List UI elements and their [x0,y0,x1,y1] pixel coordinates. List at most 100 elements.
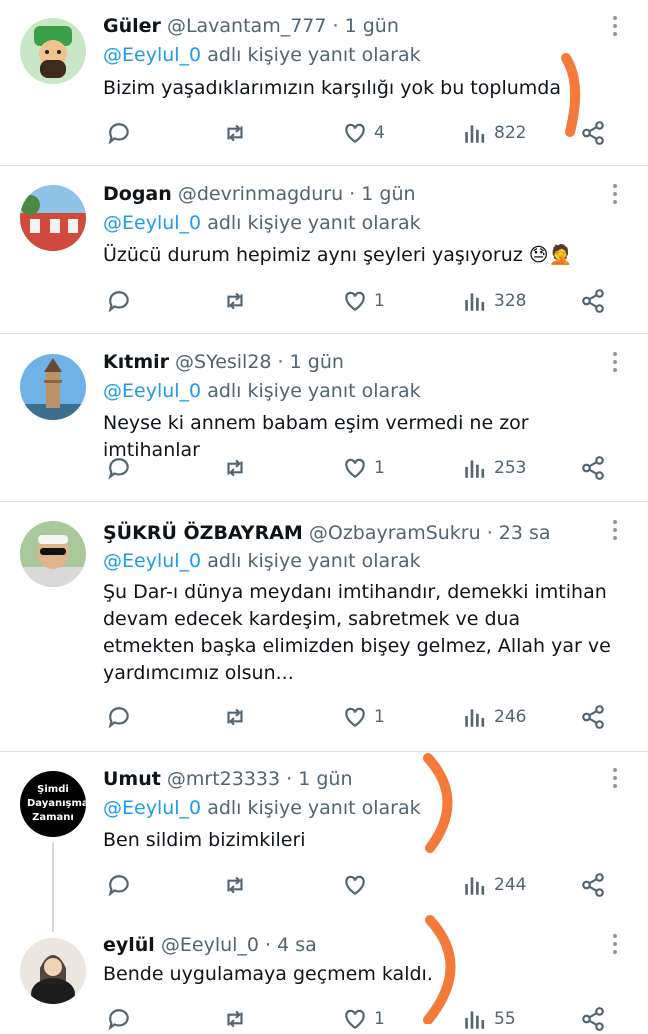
share-button[interactable] [580,286,606,316]
like-count: 1 [374,1009,385,1029]
avatar[interactable] [20,521,86,587]
reply-icon [108,707,129,729]
view-count: 244 [494,875,527,895]
reply-button[interactable] [106,702,132,732]
mention-link[interactable]: @Eeylul_0 [103,44,201,66]
view-count: 55 [494,1009,516,1029]
like-button[interactable]: 1 [342,286,385,316]
tweet[interactable]: eylül @Eeylul_0 · 4 sa Bende uygulamaya … [0,924,648,1031]
mention-link[interactable]: @Eeylul_0 [103,550,201,572]
author-name[interactable]: Kıtmir [103,351,169,373]
mention-link[interactable]: @Eeylul_0 [103,797,201,819]
author-handle[interactable]: @Lavantam_777 [167,15,327,37]
like-button[interactable] [342,870,374,900]
views-button[interactable]: 55 [462,1004,516,1034]
views-button[interactable]: 246 [462,702,526,732]
author-handle[interactable]: @Eeylul_0 [161,934,259,956]
author-name[interactable]: Güler [103,15,161,37]
tweet-text: Bizim yaşadıklarımızın karşılığı yok bu … [103,77,561,99]
reply-button[interactable] [106,870,132,900]
mention-link[interactable]: @Eeylul_0 [103,380,201,402]
author-handle[interactable]: @OzbayramSukru [309,522,481,544]
like-button[interactable]: 1 [342,1004,385,1034]
author-handle[interactable]: @devrinmagduru [178,183,343,205]
mention-link[interactable]: @Eeylul_0 [103,212,201,234]
avatar[interactable] [20,938,86,1004]
tweet[interactable]: Kıtmir @SYesil28 · 1 gün @Eeylul_0 adlı … [0,334,648,502]
view-count: 253 [494,458,527,478]
avatar[interactable]: Şimdi Dayanışma Zamanı [20,771,86,837]
more-options-icon[interactable] [606,352,624,376]
retweet-icon [227,1010,243,1028]
author-name[interactable]: Umut [103,768,161,790]
analytics-icon [465,709,485,727]
views-button[interactable]: 822 [462,118,526,148]
heart-icon [345,707,365,727]
analytics-icon [465,293,485,311]
like-button[interactable]: 4 [342,118,385,148]
separator-dot: · [259,934,278,956]
views-button[interactable]: 253 [462,453,526,483]
like-count: 1 [374,291,385,311]
more-options-icon[interactable] [606,520,624,544]
like-count: 4 [374,123,385,143]
tweet[interactable]: ŞÜKRÜ ÖZBAYRAM @OzbayramSukru · 23 sa @E… [0,502,648,752]
author-name[interactable]: Dogan [103,183,172,205]
retweet-button[interactable] [222,702,248,732]
view-count: 328 [494,291,527,311]
timestamp[interactable]: 1 gün [290,351,344,373]
tweet[interactable]: Şimdi Dayanışma Zamanı Umut @mrt23333 · … [0,752,648,932]
view-count: 246 [494,707,527,727]
analytics-icon [465,125,485,143]
reply-icon [108,123,129,145]
share-icon [582,873,604,897]
retweet-button[interactable] [222,118,248,148]
avatar[interactable] [20,18,86,84]
author-handle[interactable]: @mrt23333 [167,768,280,790]
more-options-icon[interactable] [606,16,624,40]
more-options-icon[interactable] [606,934,624,958]
separator-dot: · [480,522,499,544]
timestamp[interactable]: 4 sa [277,934,317,956]
separator-dot: · [343,183,362,205]
heart-icon [345,875,365,895]
tweet[interactable]: Güler @Lavantam_777 · 1 gün @Eeylul_0 ad… [0,0,648,166]
like-button[interactable]: 1 [342,702,385,732]
reply-button[interactable] [106,1004,132,1034]
share-button[interactable] [580,1004,606,1034]
heart-icon [345,1009,365,1029]
avatar[interactable] [20,354,86,420]
retweet-icon [227,708,243,726]
reply-button[interactable] [106,453,132,483]
avatar[interactable] [20,185,86,251]
tweet[interactable]: Dogan @devrinmagduru · 1 gün @Eeylul_0 a… [0,166,648,334]
retweet-button[interactable] [222,453,248,483]
more-options-icon[interactable] [606,768,624,792]
retweet-button[interactable] [222,1004,248,1034]
share-button[interactable] [580,118,606,148]
reply-button[interactable] [106,118,132,148]
more-options-icon[interactable] [606,184,624,208]
timestamp[interactable]: 1 gün [298,768,352,790]
author-handle[interactable]: @SYesil28 [175,351,271,373]
retweet-button[interactable] [222,286,248,316]
reply-button[interactable] [106,286,132,316]
retweet-button[interactable] [222,870,248,900]
share-icon [582,289,604,313]
share-button[interactable] [580,870,606,900]
heart-icon [345,291,365,311]
timestamp[interactable]: 23 sa [499,522,551,544]
heart-icon [345,123,365,143]
author-name[interactable]: ŞÜKRÜ ÖZBAYRAM [103,522,303,544]
like-button[interactable]: 1 [342,453,385,483]
share-button[interactable] [580,702,606,732]
reply-context: adlı kişiye yanıt olarak [207,550,421,572]
author-name[interactable]: eylül [103,934,155,956]
timestamp[interactable]: 1 gün [345,15,399,37]
view-count: 822 [494,123,527,143]
views-button[interactable]: 244 [462,870,526,900]
reply-icon [108,458,129,480]
share-button[interactable] [580,453,606,483]
timestamp[interactable]: 1 gün [361,183,415,205]
views-button[interactable]: 328 [462,286,526,316]
